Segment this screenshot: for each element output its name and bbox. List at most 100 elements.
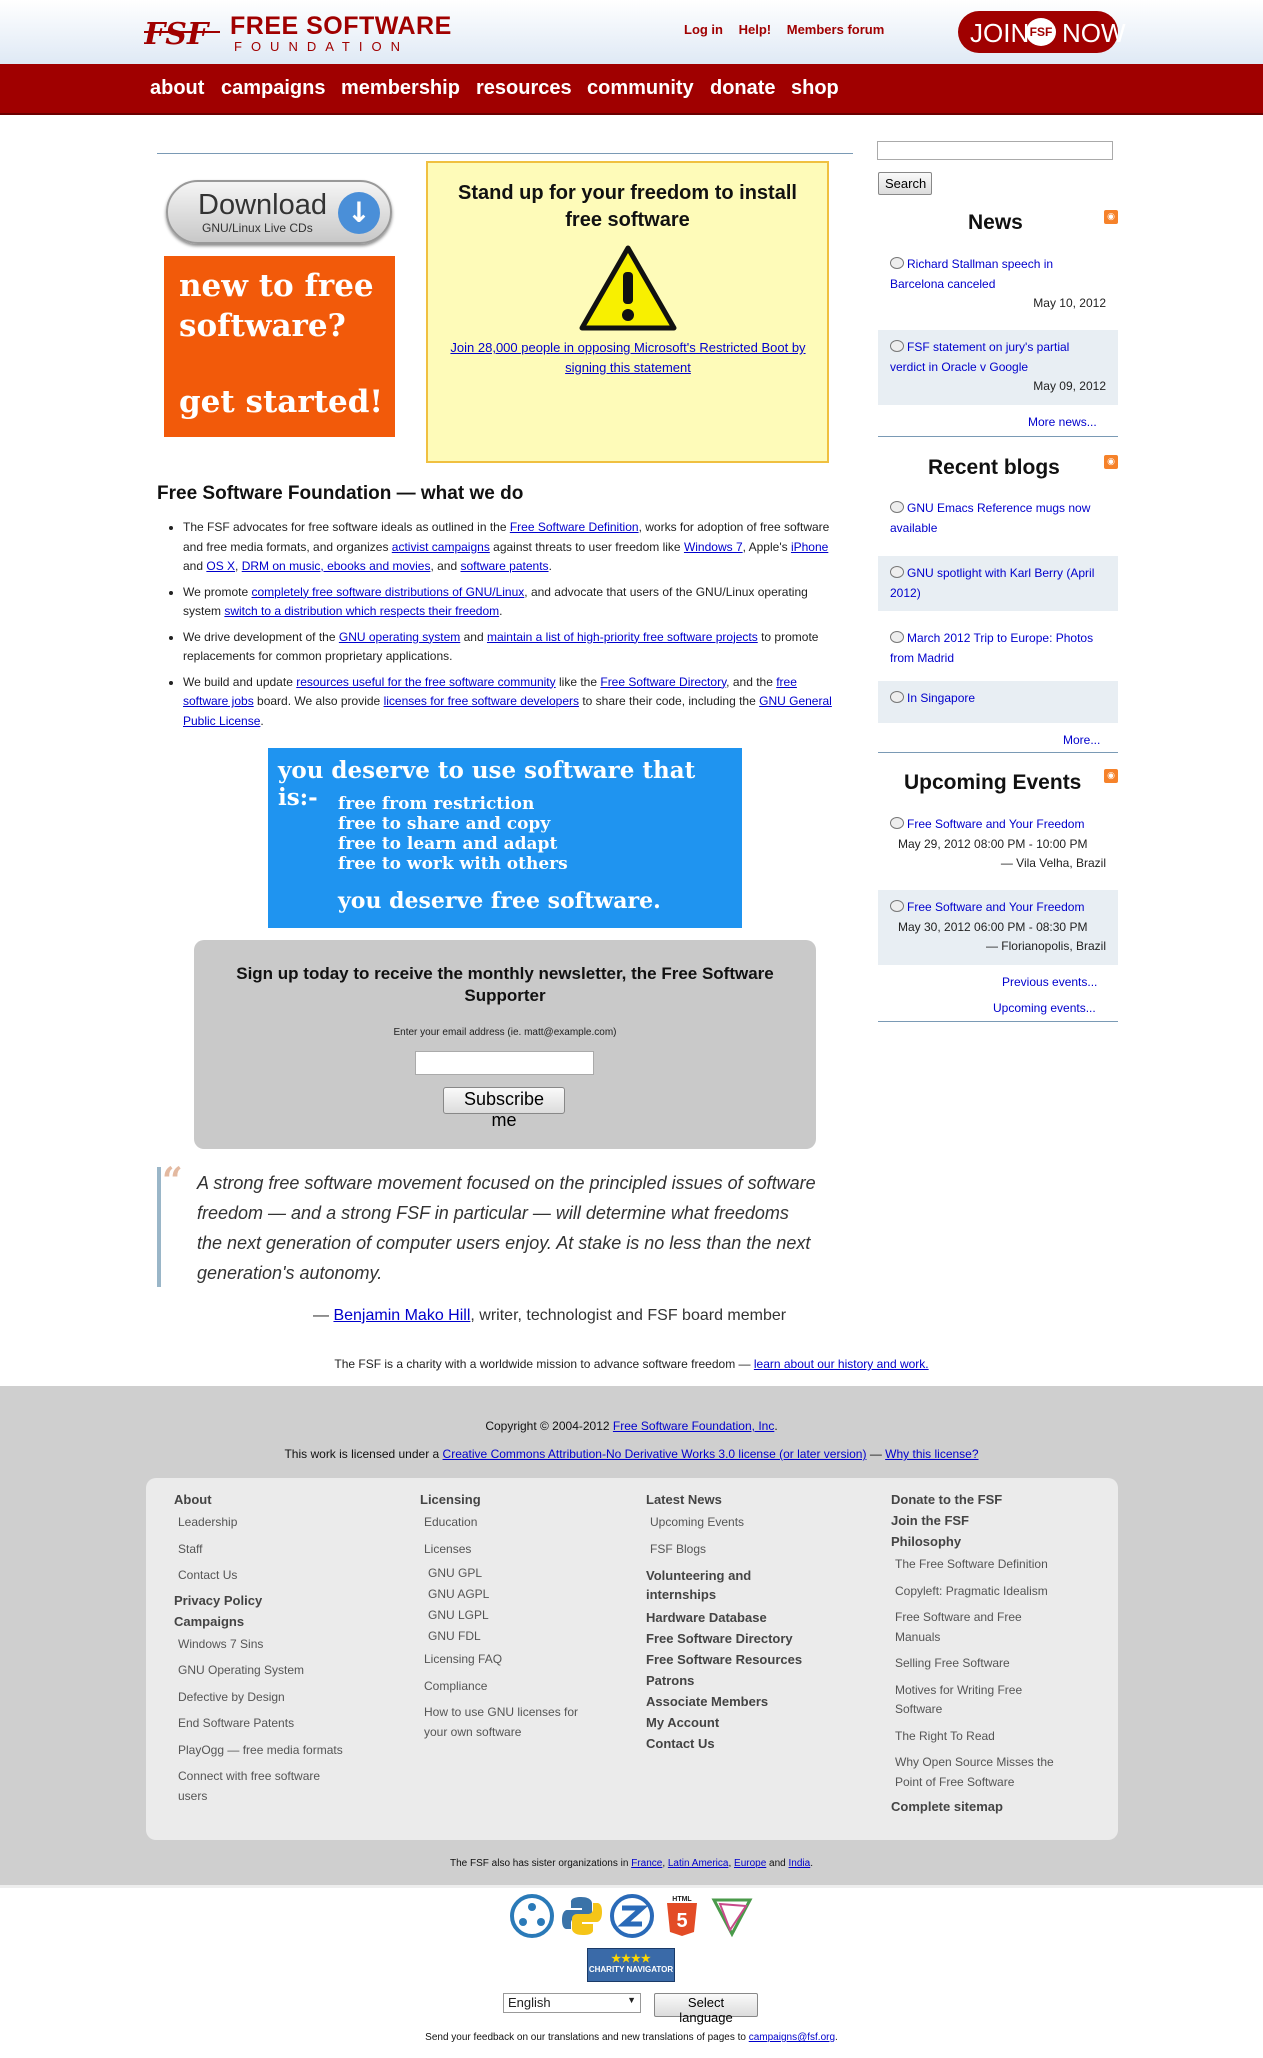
language-select[interactable]: English ▼ xyxy=(503,1993,641,2013)
sitemap-link[interactable]: GNU FDL xyxy=(428,1629,620,1643)
sitemap-link[interactable]: Selling Free Software xyxy=(895,1654,1091,1674)
high-priority-link[interactable]: maintain a list of high-priority free so… xyxy=(487,630,758,644)
subscribe-button[interactable]: Subscribe me xyxy=(443,1087,565,1130)
sitemap-link[interactable]: Upcoming Events xyxy=(650,1513,856,1533)
upcoming-events-link[interactable]: Upcoming events... xyxy=(993,1001,1096,1015)
sitemap-link[interactable]: Staff xyxy=(178,1540,394,1560)
why-license-link[interactable]: Why this license? xyxy=(885,1447,978,1461)
sitemap-link[interactable]: GNU Operating System xyxy=(178,1661,394,1681)
blog-link[interactable]: GNU Emacs Reference mugs now available xyxy=(890,501,1090,535)
sitemap-link[interactable]: Windows 7 Sins xyxy=(178,1635,394,1655)
sitemap-link[interactable]: FSF Blogs xyxy=(650,1540,856,1560)
sitemap-link[interactable]: Latest News xyxy=(646,1492,856,1507)
licenses-link[interactable]: licenses for free software developers xyxy=(384,694,579,708)
cc-license-link[interactable]: Creative Commons Attribution-No Derivati… xyxy=(443,1447,867,1461)
rss-feed-icon[interactable]: ◉ xyxy=(1104,455,1118,469)
sitemap-link[interactable]: Philosophy xyxy=(891,1534,1091,1549)
sitemap-link[interactable]: Privacy Policy xyxy=(174,1593,394,1608)
sitemap-link[interactable]: Contact Us xyxy=(178,1566,394,1586)
html5-icon[interactable]: HTML 5 xyxy=(660,1894,704,1938)
sitemap-link[interactable]: The Free Software Definition xyxy=(895,1555,1091,1575)
sitemap-link[interactable]: GNU GPL xyxy=(428,1566,620,1580)
blog-link[interactable]: March 2012 Trip to Europe: Photos from M… xyxy=(890,631,1093,665)
sitemap-link[interactable]: End Software Patents xyxy=(178,1714,394,1734)
sitemap-link[interactable]: Licenses xyxy=(424,1540,620,1560)
fsf-inc-link[interactable]: Free Software Foundation, Inc xyxy=(613,1419,774,1433)
gnu-os-link[interactable]: GNU operating system xyxy=(339,630,460,644)
members-forum-link[interactable]: Members forum xyxy=(787,22,885,37)
sitemap-link[interactable]: Contact Us xyxy=(646,1736,856,1751)
sitemap-link[interactable]: Complete sitemap xyxy=(891,1799,1091,1814)
divine-icon[interactable] xyxy=(710,1894,754,1938)
nav-shop[interactable]: shop xyxy=(791,77,839,100)
europe-link[interactable]: Europe xyxy=(734,1858,766,1869)
sitemap-link[interactable]: The Right To Read xyxy=(895,1727,1091,1747)
sitemap-link[interactable]: Leadership xyxy=(178,1513,394,1533)
drm-link[interactable]: DRM on music, ebooks and movies xyxy=(242,559,431,573)
sitemap-link[interactable]: Hardware Database xyxy=(646,1610,856,1625)
blog-link[interactable]: GNU spotlight with Karl Berry (April 201… xyxy=(890,566,1094,600)
nav-community[interactable]: community xyxy=(587,77,694,100)
sitemap-link[interactable]: Free Software Resources xyxy=(646,1652,856,1667)
sitemap-link[interactable]: Licensing FAQ xyxy=(424,1650,620,1670)
search-input[interactable] xyxy=(877,141,1113,160)
software-patents-link[interactable]: software patents xyxy=(461,559,549,573)
event-link[interactable]: Free Software and Your Freedom xyxy=(907,900,1084,914)
sitemap-link[interactable]: Motives for Writing Free Software xyxy=(895,1681,1045,1720)
sitemap-link[interactable]: Donate to the FSF xyxy=(891,1492,1091,1507)
sitemap-link[interactable]: Patrons xyxy=(646,1673,856,1688)
rss-feed-icon[interactable]: ◉ xyxy=(1104,210,1118,224)
help-link[interactable]: Help! xyxy=(739,22,772,37)
sitemap-link[interactable]: Why Open Source Misses the Point of Free… xyxy=(895,1753,1070,1792)
history-link[interactable]: learn about our history and work. xyxy=(754,1357,929,1371)
previous-events-link[interactable]: Previous events... xyxy=(1002,975,1097,989)
select-language-button[interactable]: Select language xyxy=(654,1993,758,2025)
sitemap-link[interactable]: Connect with free software users xyxy=(178,1767,338,1806)
resources-link[interactable]: resources useful for the free software c… xyxy=(296,675,555,689)
campaigns-email-link[interactable]: campaigns@fsf.org xyxy=(749,2032,835,2043)
zend-icon[interactable] xyxy=(610,1894,654,1938)
latin-america-link[interactable]: Latin America xyxy=(668,1858,729,1869)
news-link[interactable]: Richard Stallman speech in Barcelona can… xyxy=(890,257,1053,291)
new-to-free-software-banner[interactable]: new to free software? get started! xyxy=(164,256,395,437)
free-software-definition-link[interactable]: Free Software Definition xyxy=(510,520,639,534)
sitemap-link[interactable]: Defective by Design xyxy=(178,1688,394,1708)
sitemap-link[interactable]: About xyxy=(174,1492,394,1507)
download-live-cd-button[interactable]: Download GNU/Linux Live CDs ↓ xyxy=(166,180,392,244)
osx-link[interactable]: OS X xyxy=(206,559,235,573)
sitemap-link[interactable]: Free Software Directory xyxy=(646,1631,856,1646)
author-link[interactable]: Benjamin Mako Hill xyxy=(333,1307,470,1324)
sitemap-link[interactable]: PlayOgg — free media formats xyxy=(178,1741,394,1761)
free-distros-link[interactable]: completely free software distributions o… xyxy=(251,585,524,599)
nav-membership[interactable]: membership xyxy=(341,77,460,100)
sitemap-link[interactable]: Associate Members xyxy=(646,1694,856,1709)
more-blogs-link[interactable]: More... xyxy=(1063,733,1100,747)
sitemap-link[interactable]: Join the FSF xyxy=(891,1513,1091,1528)
free-software-directory-link[interactable]: Free Software Directory xyxy=(600,675,726,689)
windows7-link[interactable]: Windows 7 xyxy=(684,540,743,554)
event-link[interactable]: Free Software and Your Freedom xyxy=(907,817,1084,831)
sitemap-link[interactable]: GNU AGPL xyxy=(428,1587,620,1601)
switch-distro-link[interactable]: switch to a distribution which respects … xyxy=(224,604,499,618)
nav-about[interactable]: about xyxy=(150,77,204,100)
blog-link[interactable]: In Singapore xyxy=(907,691,975,705)
sitemap-link[interactable]: Education xyxy=(424,1513,620,1533)
charity-navigator-badge[interactable]: ★★★★ CHARITY NAVIGATOR xyxy=(587,1948,675,1982)
iphone-link[interactable]: iPhone xyxy=(791,540,828,554)
python-icon[interactable] xyxy=(560,1894,604,1938)
sitemap-link[interactable]: Campaigns xyxy=(174,1614,394,1629)
nav-resources[interactable]: resources xyxy=(476,77,572,100)
sitemap-link[interactable]: Copyleft: Pragmatic Idealism xyxy=(895,1582,1091,1602)
sitemap-link[interactable]: Free Software and Free Manuals xyxy=(895,1608,1045,1647)
sitemap-link[interactable]: How to use GNU licenses for your own sof… xyxy=(424,1703,594,1742)
more-news-link[interactable]: More news... xyxy=(1028,415,1097,429)
france-link[interactable]: France xyxy=(631,1858,662,1869)
news-link[interactable]: FSF statement on jury's partial verdict … xyxy=(890,340,1069,374)
rss-feed-icon[interactable]: ◉ xyxy=(1104,769,1118,783)
join-now-button[interactable]: JOIN FSF NOW xyxy=(958,11,1126,53)
restricted-boot-link[interactable]: Join 28,000 people in opposing Microsoft… xyxy=(438,338,818,378)
sitemap-link[interactable]: My Account xyxy=(646,1715,856,1730)
you-deserve-banner[interactable]: you deserve to use software that is:- fr… xyxy=(268,748,742,928)
india-link[interactable]: India xyxy=(789,1858,811,1869)
nav-campaigns[interactable]: campaigns xyxy=(221,77,325,100)
